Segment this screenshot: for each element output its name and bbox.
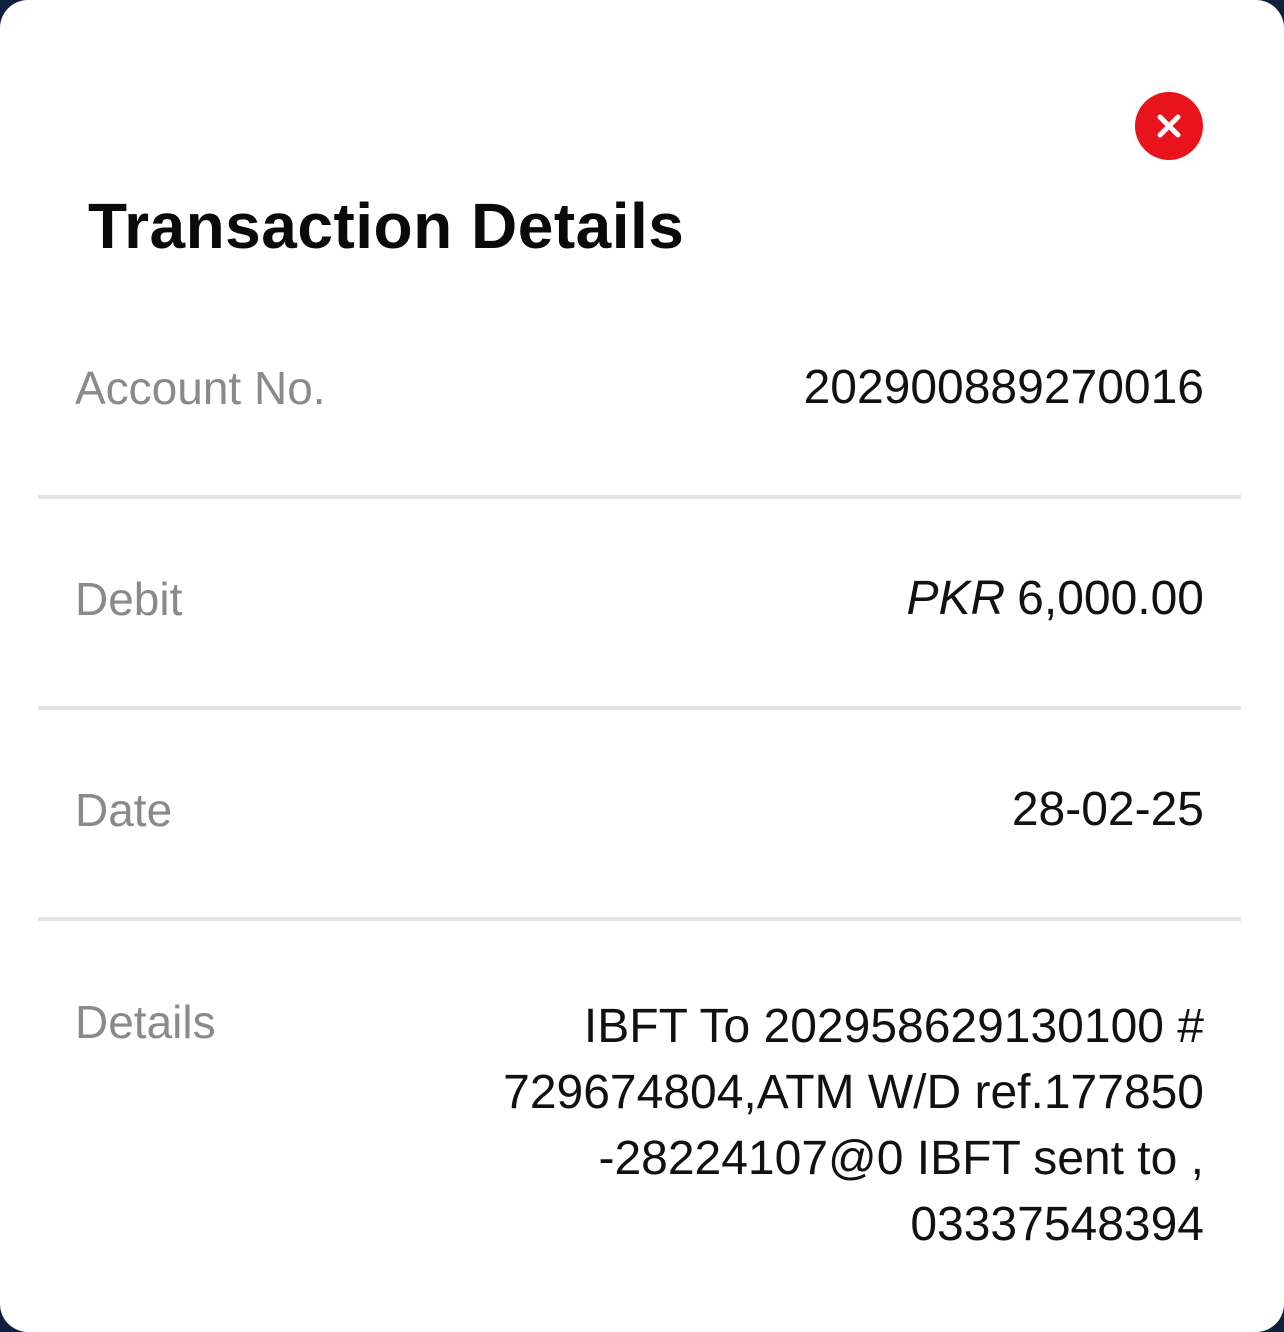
details-line: 729674804,ATM W/D ref.177850 [503, 1066, 1204, 1119]
details-line: IBFT To 202958629130100 # [583, 1000, 1204, 1053]
currency-code: PKR [906, 572, 1006, 625]
debit-value: PKR 6,000.00 [906, 571, 1204, 627]
divider [38, 495, 1241, 499]
debit-amount: 6,000.00 [1017, 572, 1204, 625]
divider [38, 706, 1241, 710]
close-icon [1157, 114, 1181, 138]
divider [38, 917, 1241, 921]
account-value: 202900889270016 [803, 361, 1204, 414]
close-button[interactable] [1135, 92, 1203, 160]
details-line: -28224107@0 IBFT sent to , [598, 1132, 1204, 1185]
page-title: Transaction Details [88, 190, 685, 262]
debit-label: Debit [75, 573, 183, 625]
details-label: Details [75, 996, 216, 1048]
details-value: IBFT To 202958629130100 # 729674804,ATM … [444, 994, 1204, 1258]
transaction-details-modal: Transaction Details Account No. 20290088… [0, 0, 1284, 1332]
date-value: 28-02-25 [1011, 783, 1204, 836]
account-label: Account No. [75, 362, 326, 414]
details-line: 03337548394 [910, 1198, 1204, 1251]
date-label: Date [75, 784, 173, 836]
